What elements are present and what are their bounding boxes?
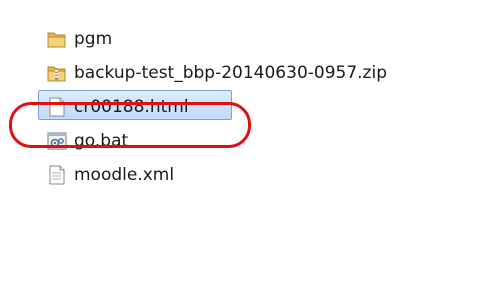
file-row-zip[interactable]: backup-test_bbp-20140630-0957.zip (46, 60, 486, 86)
folder-icon (46, 28, 68, 50)
annotation-highlight-ring (9, 102, 251, 148)
xml-file-icon (46, 164, 68, 186)
file-name: backup-test_bbp-20140630-0957.zip (74, 63, 387, 83)
file-row-xml[interactable]: moodle.xml (46, 162, 486, 188)
file-name: pgm (74, 29, 113, 49)
file-row-pgm[interactable]: pgm (46, 26, 486, 52)
zip-folder-icon (46, 62, 68, 84)
file-name: moodle.xml (74, 165, 175, 185)
